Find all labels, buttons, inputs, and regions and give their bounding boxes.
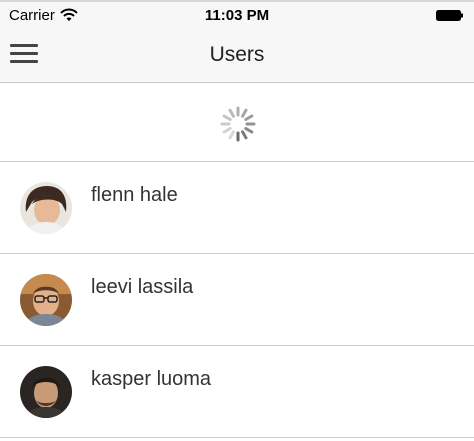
avatar xyxy=(20,182,72,234)
spinner-icon xyxy=(220,106,256,142)
battery-icon xyxy=(436,10,463,21)
avatar xyxy=(20,366,72,418)
user-row[interactable]: flenn hale xyxy=(0,162,474,254)
status-bar: Carrier 11:03 PM xyxy=(0,2,474,28)
user-name: kasper luoma xyxy=(91,368,212,390)
user-name: leevi lassila xyxy=(91,276,194,298)
user-row[interactable]: leevi lassila xyxy=(0,254,474,346)
avatar xyxy=(20,274,72,326)
status-time: 11:03 PM xyxy=(204,7,270,24)
navigation-bar: Users xyxy=(0,28,474,83)
page-title: Users xyxy=(209,43,265,66)
user-name: flenn hale xyxy=(91,184,178,206)
user-row[interactable]: kasper luoma xyxy=(0,346,474,438)
